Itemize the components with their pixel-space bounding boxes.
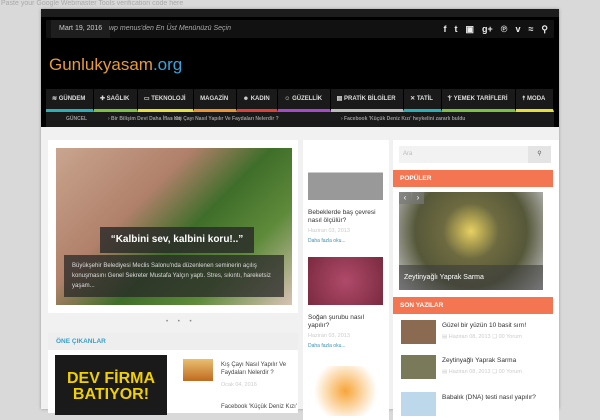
ticker-item[interactable]: › Facebook 'Küçük Deniz Kızı' heykelini …	[341, 112, 465, 127]
logo-text: Gunlukyasam	[49, 55, 153, 74]
twitter-icon[interactable]: t	[455, 20, 458, 38]
ticker-item[interactable]: › Kış Çayı Nasıl Yapılır Ve Faydaları Ne…	[171, 112, 279, 127]
youtube-icon[interactable]: ▣	[466, 20, 475, 38]
nav-item[interactable]: ✕ TATİL	[404, 89, 442, 112]
read-more-link[interactable]: Daha fazla oku...	[308, 238, 346, 244]
slider-dots[interactable]: • • •	[166, 319, 196, 325]
nav-item[interactable]: ≋ GÜNDEM	[46, 89, 94, 112]
nav-item[interactable]: MAGAZİN	[194, 89, 237, 112]
post-date: Haziran 03, 2013	[308, 228, 350, 234]
nav-item[interactable]: ▤ PRATİK BİLGİLER	[330, 89, 405, 112]
nav-item[interactable]: ☻ KADIN	[236, 89, 279, 112]
main-nav: ≋ GÜNDEM ✚ SAĞLIK ▭ TEKNOLOJİ MAGAZİN ☻ KADI…	[46, 89, 554, 112]
post-image[interactable]	[308, 366, 383, 416]
popular-caption[interactable]: Zeytinyağlı Yaprak Sarma	[399, 265, 543, 290]
facebook-icon[interactable]: f	[444, 20, 447, 38]
post-title[interactable]: Soğan şurubu nasıl yapılır?	[308, 314, 386, 330]
next-arrow-icon[interactable]: ›	[412, 192, 424, 204]
slide-excerpt: Büyükşehir Belediyesi Meclis Salonu'nda …	[64, 255, 284, 297]
ticker-label: GÜNCEL	[66, 116, 88, 122]
featured-section: ÖNE ÇIKANLAR DEV FİRMA BATIYOR! Kış Çayı…	[48, 333, 298, 415]
post-image[interactable]	[308, 150, 383, 200]
vimeo-icon[interactable]: v	[515, 20, 520, 38]
popular-header: POPÜLER	[393, 170, 553, 187]
prev-arrow-icon[interactable]: ‹	[399, 192, 411, 204]
recent-title[interactable]: Güzel bir yüzün 10 basit sırrı!	[442, 322, 527, 329]
top-strip	[41, 9, 559, 17]
post-date: Haziran 03, 2013	[308, 333, 350, 339]
featured-item-title[interactable]: Facebook 'Küçük Deniz Kızı'	[221, 403, 297, 411]
nav-item[interactable]: ☺ GÜZELLİK	[278, 89, 331, 112]
social-icons: f t ▣ g+ ℗ v ≈ ⚲	[444, 20, 548, 38]
recent-title[interactable]: Zeytinyağlı Yaprak Sarma	[442, 357, 516, 364]
featured-slider: “Kalbini sev, kalbini koru!..” Büyükşehi…	[48, 140, 298, 313]
search-icon[interactable]: ⚲	[541, 20, 548, 38]
search-icon[interactable]: ⚲	[528, 146, 551, 163]
sidebar: Ara ⚲ POPÜLER ‹ › Zeytinyağlı Yaprak Sarm…	[393, 140, 559, 420]
featured-item-date: Ocak 04, 2016	[221, 382, 257, 388]
search-placeholder: Ara	[403, 151, 413, 157]
featured-title: ÖNE ÇIKANLAR	[48, 333, 298, 350]
recent-meta: ▤ Haziran 08, 2013 ❏ 00 Yorum	[442, 369, 522, 375]
popular-slider[interactable]: ‹ › Zeytinyağlı Yaprak Sarma	[399, 192, 543, 290]
slider-image[interactable]: “Kalbini sev, kalbini koru!..” Büyükşehi…	[56, 148, 292, 305]
rss-icon[interactable]: ≈	[528, 20, 533, 38]
nav-item[interactable]: Ⲯ YEMEK TARİFLERİ	[441, 89, 517, 112]
featured-thumb[interactable]	[183, 359, 213, 381]
google-plus-icon[interactable]: g+	[482, 20, 493, 38]
nav-item[interactable]: ☨ MODA	[516, 89, 554, 112]
date: Mart 19, 2016	[51, 20, 111, 38]
recent-meta: ▤ Haziran 08, 2013 ❏ 00 Yorum	[442, 334, 522, 340]
top-bar: Mart 19, 2016 wp menus'den En Üst Menünü…	[46, 20, 554, 38]
page-container: Mart 19, 2016 wp menus'den En Üst Menünü…	[41, 9, 559, 420]
featured-item-title[interactable]: Kış Çayı Nasıl Yapılır Ve Faydaları Nele…	[221, 361, 296, 377]
news-ticker: GÜNCEL › Bir Bilişim Devi Daha İflas ett…	[46, 112, 554, 127]
post-image[interactable]	[308, 257, 383, 305]
nav-item[interactable]: ✚ SAĞLIK	[93, 89, 138, 112]
top-menu-hint: wp menus'den En Üst Menünüzü Seçin	[109, 25, 231, 32]
logo-domain: .org	[152, 55, 183, 74]
pinterest-icon[interactable]: ℗	[501, 20, 508, 38]
ad-banner[interactable]: DEV FİRMA BATIYOR!	[55, 355, 167, 415]
middle-column: Bebeklerde baş çevresi nasıl ölçülür? Ha…	[303, 140, 389, 420]
search-input[interactable]: Ara ⚲	[399, 146, 551, 163]
verification-text: Paste your Google Webmaster Tools verifi…	[1, 0, 184, 7]
nav-item[interactable]: ▭ TEKNOLOJİ	[137, 89, 195, 112]
post-title[interactable]: Bebeklerde baş çevresi nasıl ölçülür?	[308, 209, 386, 225]
read-more-link[interactable]: Daha fazla oku...	[308, 343, 346, 349]
header: Mart 19, 2016 wp menus'den En Üst Menünü…	[41, 9, 559, 127]
recent-header: SON YAZILAR	[393, 297, 553, 314]
slide-title[interactable]: “Kalbini sev, kalbini koru!..”	[100, 227, 254, 253]
site-logo[interactable]: Gunlukyasam.org	[49, 55, 182, 75]
